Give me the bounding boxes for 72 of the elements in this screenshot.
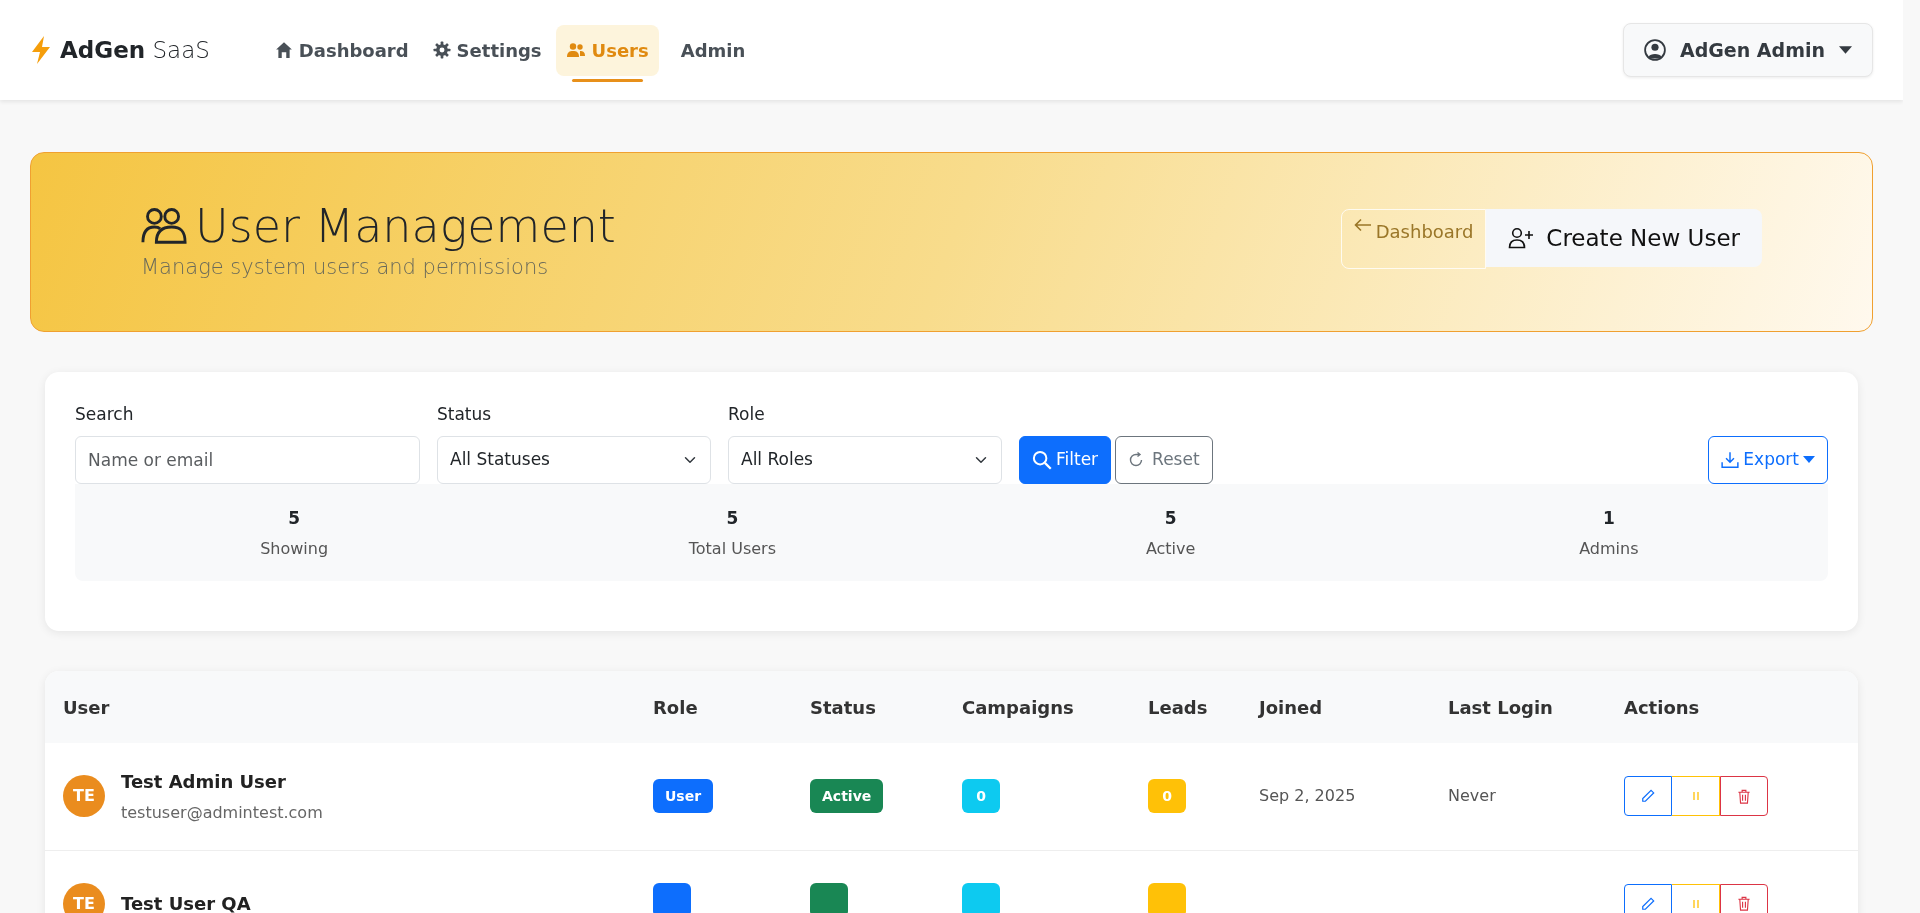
status-badge xyxy=(810,883,848,913)
page-subtitle: Manage system users and permissions xyxy=(141,253,550,281)
user-email: testuser@admintest.com xyxy=(121,801,323,824)
delete-button[interactable] xyxy=(1720,883,1768,913)
caret-down-icon xyxy=(1803,456,1815,463)
person-plus-icon xyxy=(1508,227,1535,249)
pencil-icon xyxy=(1641,896,1655,911)
column-header: Last Login xyxy=(1430,671,1606,743)
field-label: Search xyxy=(75,403,135,426)
role-badge: User xyxy=(653,779,714,814)
column-header: Status xyxy=(792,671,944,743)
user-name: Test Admin User xyxy=(121,769,287,794)
people-outline-icon xyxy=(141,206,187,247)
column-header: User xyxy=(45,671,635,743)
table-cell: Sep 2, 2025 xyxy=(1241,743,1430,850)
gear-icon xyxy=(432,41,451,59)
user-menu-button[interactable]: AdGen Admin xyxy=(1622,22,1873,78)
role-select[interactable]: All Roles xyxy=(728,435,1002,484)
users-icon xyxy=(565,41,586,59)
create-user-button[interactable]: Create New User xyxy=(1486,209,1762,267)
stat-label: Active xyxy=(1144,538,1197,560)
edit-button[interactable] xyxy=(1624,776,1672,817)
status-badge: Active xyxy=(810,779,884,814)
back-button[interactable]: Dashboard xyxy=(1340,209,1487,269)
arrow-left-icon xyxy=(1353,218,1372,232)
field-label: Role xyxy=(728,403,766,426)
user-name: Test User QA xyxy=(121,892,251,913)
stat-value: 5 xyxy=(725,506,740,530)
page-title: User Management xyxy=(141,200,616,252)
lightning-bolt-icon xyxy=(30,35,52,65)
column-header: Joined xyxy=(1241,671,1430,743)
campaigns-count-badge xyxy=(962,883,1000,913)
trash-icon xyxy=(1737,896,1751,911)
nav-link[interactable]: Dashboard xyxy=(264,24,419,76)
trash-icon xyxy=(1737,788,1751,804)
pause-icon xyxy=(1691,791,1700,802)
edit-button[interactable] xyxy=(1624,883,1672,913)
stat-label: Admins xyxy=(1578,538,1640,560)
reload-icon xyxy=(1128,451,1145,468)
campaigns-count-badge: 0 xyxy=(962,779,1000,814)
column-header: Role xyxy=(635,671,792,743)
download-icon xyxy=(1721,450,1740,469)
status-select[interactable]: All Statuses xyxy=(437,435,711,484)
filter-button[interactable]: Filter xyxy=(1019,435,1112,484)
user-avatar: TE xyxy=(63,775,105,818)
column-header: Actions xyxy=(1606,671,1858,743)
field-label: Status xyxy=(437,403,493,426)
search-field[interactable]: Name or email xyxy=(75,435,420,484)
leads-count-badge xyxy=(1148,883,1186,913)
stat-value: 5 xyxy=(1163,506,1178,530)
user-avatar: TE xyxy=(63,882,105,913)
role-badge xyxy=(653,883,691,913)
leads-count-badge: 0 xyxy=(1148,779,1186,814)
pause-icon xyxy=(1691,898,1700,909)
column-header: Campaigns xyxy=(944,671,1130,743)
brand-logo[interactable]: AdGen SaaS xyxy=(60,32,210,68)
stat-value: 1 xyxy=(1601,506,1616,530)
nav-link[interactable]: Admin xyxy=(670,24,756,76)
caret-down-icon xyxy=(1839,46,1852,54)
delete-button[interactable] xyxy=(1720,776,1768,817)
search-icon xyxy=(1032,449,1052,470)
user-circle-icon xyxy=(1643,39,1666,61)
export-button[interactable]: Export xyxy=(1708,435,1828,484)
stat-value: 5 xyxy=(287,506,302,530)
nav-link[interactable]: Settings xyxy=(422,24,552,76)
house-icon xyxy=(274,41,293,59)
stat-label: Total Users xyxy=(687,538,777,560)
pencil-icon xyxy=(1641,789,1655,804)
column-header: Leads xyxy=(1130,671,1241,743)
reset-button[interactable]: Reset xyxy=(1115,435,1213,484)
stat-label: Showing xyxy=(259,538,330,560)
table-cell: Never xyxy=(1430,743,1606,850)
